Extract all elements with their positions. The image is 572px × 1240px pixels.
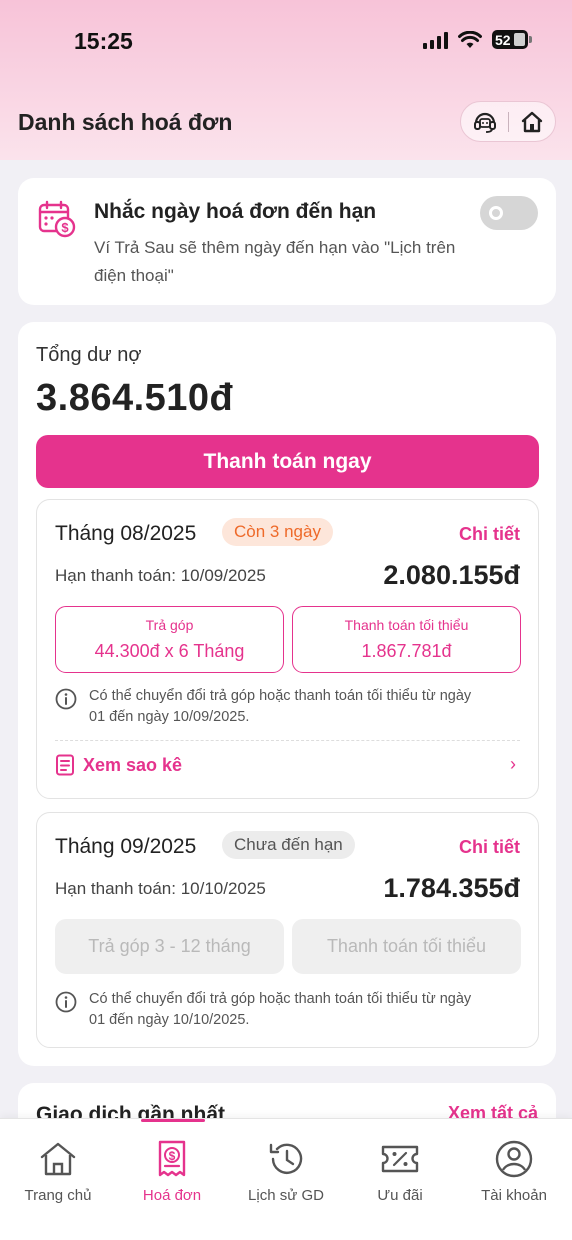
bill-detail-link[interactable]: Chi tiết: [459, 524, 520, 545]
active-tab-indicator: [141, 1119, 205, 1122]
battery-level: 52: [495, 31, 511, 48]
bill-detail-link[interactable]: Chi tiết: [459, 837, 520, 858]
home-icon[interactable]: [520, 110, 544, 134]
conversion-note-text: Có thể chuyển đổi trả góp hoặc thanh toá…: [89, 688, 472, 725]
minimum-payment-option-disabled: Thanh toán tối thiểu: [292, 919, 521, 974]
page-title: Danh sách hoá đơn: [18, 109, 233, 135]
info-icon: [55, 688, 77, 710]
bill-card: Tháng 09/2025 Chưa đến hạn Chi tiết Hạn …: [36, 812, 539, 1048]
total-debt-label: Tổng dư nợ: [36, 344, 142, 366]
installment-title: Trả góp: [145, 617, 194, 633]
nav-item-history[interactable]: Lịch sử GD: [229, 1139, 343, 1204]
nav-item-home[interactable]: Trang chủ: [1, 1139, 115, 1204]
conversion-note-text: Có thể chuyển đổi trả góp hoặc thanh toá…: [89, 991, 472, 1028]
due-status-badge: Chưa đến hạn: [222, 831, 355, 859]
wifi-icon: [458, 30, 482, 48]
installment-value: 44.300đ x 6 Tháng: [94, 641, 245, 661]
cellular-signal-icon: [423, 31, 448, 49]
nav-label: Hoá đơn: [142, 1187, 202, 1204]
bill-month: Tháng 08/2025: [55, 522, 197, 545]
bill-amount: 2.080.155đ: [383, 560, 520, 590]
installment-option-disabled: Trả góp 3 - 12 tháng: [55, 919, 284, 974]
bottom-nav: Trang chủ $ Hoá đơn Lịch sử GD Ưu đãi Tà…: [0, 1118, 572, 1240]
battery-icon: 52: [492, 30, 532, 49]
chevron-right-icon[interactable]: ›: [510, 754, 516, 775]
nav-label: Tài khoản: [481, 1187, 547, 1204]
history-icon: [269, 1143, 303, 1174]
conversion-note: Có thể chuyển đổi trả góp hoặc thanh toá…: [55, 989, 489, 1031]
nav-item-account[interactable]: Tài khoản: [457, 1139, 571, 1204]
reminder-toggle[interactable]: [480, 196, 538, 230]
nav-item-bills[interactable]: $ Hoá đơn: [115, 1139, 229, 1204]
due-status-badge: Còn 3 ngày: [222, 518, 333, 546]
calendar-money-icon: $: [38, 200, 76, 238]
document-icon: [56, 754, 74, 776]
bill-amount: 1.784.355đ: [383, 873, 520, 903]
svg-text:$: $: [61, 220, 69, 235]
header-actions: [460, 101, 556, 142]
minimum-payment-value: 1.867.781đ: [361, 641, 452, 661]
info-icon: [55, 991, 77, 1013]
home-icon: [40, 1142, 76, 1176]
minimum-payment-title: Thanh toán tối thiểu: [344, 617, 469, 633]
toggle-knob: [489, 206, 503, 220]
due-date-label: Hạn thanh toán: 10/09/2025: [55, 566, 266, 585]
status-icons: 52: [423, 30, 532, 49]
pay-now-button[interactable]: Thanh toán ngay: [36, 435, 539, 488]
minimum-payment-option-button[interactable]: Thanh toán tối thiểu 1.867.781đ: [292, 606, 521, 673]
voucher-icon: [381, 1145, 419, 1173]
status-time: 15:25: [74, 28, 133, 54]
conversion-note: Có thể chuyển đổi trả góp hoặc thanh toá…: [55, 686, 489, 728]
support-headset-icon[interactable]: [472, 109, 498, 135]
dashed-divider: [55, 740, 520, 741]
nav-label: Ưu đãi: [377, 1187, 423, 1204]
due-date-label: Hạn thanh toán: 10/10/2025: [55, 879, 266, 898]
top-header-area: 15:25 52 Danh sách hoá đơn: [0, 0, 572, 160]
reminder-title: Nhắc ngày hoá đơn đến hạn: [94, 200, 377, 223]
reminder-description: Ví Trả Sau sẽ thêm ngày đến hạn vào "Lịc…: [94, 238, 456, 285]
bill-card: Tháng 08/2025 Còn 3 ngày Chi tiết Hạn th…: [36, 499, 539, 799]
reminder-card: $ Nhắc ngày hoá đơn đến hạn Ví Trả Sau s…: [18, 178, 556, 305]
bill-month: Tháng 09/2025: [55, 835, 197, 858]
nav-label: Trang chủ: [24, 1187, 92, 1204]
nav-item-offers[interactable]: Ưu đãi: [343, 1139, 457, 1204]
nav-label: Lịch sử GD: [248, 1187, 324, 1204]
svg-text:$: $: [169, 1149, 176, 1163]
total-debt-amount: 3.864.510đ: [36, 377, 234, 419]
bill-icon: $: [158, 1140, 186, 1177]
debt-summary-card: Tổng dư nợ 3.864.510đ Thanh toán ngay Th…: [18, 322, 556, 1066]
installment-option-button[interactable]: Trả góp 44.300đ x 6 Tháng: [55, 606, 284, 673]
account-icon: [495, 1140, 533, 1178]
view-statement-link[interactable]: Xem sao kê: [55, 754, 182, 776]
view-statement-label: Xem sao kê: [83, 754, 183, 775]
header-actions-divider: [508, 111, 510, 132]
